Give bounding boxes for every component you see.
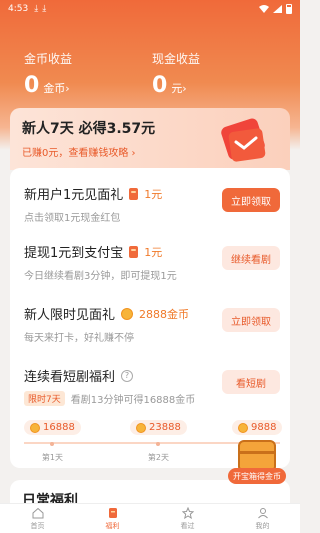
task-item: 新人限时见面礼 2888金币 每天来打卡，好礼赚不停 立即领取 [24, 304, 280, 344]
star-icon [181, 506, 194, 519]
welfare-icon [108, 507, 117, 518]
cash-earnings-value: 0 [152, 73, 168, 98]
task-item: 新用户1元见面礼 1元 点击领取1元现金红包 立即领取 [24, 184, 280, 224]
task-title: 新人限时见面礼 [24, 308, 116, 323]
tab-welfare[interactable]: 福利 [75, 504, 150, 533]
status-bar: 4:53 ⤓ ⤓ [0, 0, 300, 18]
gold-earnings-label: 金币收益 [24, 52, 73, 66]
coin-icon [121, 307, 134, 320]
milestone: 16888 第1天 [24, 420, 81, 463]
tab-mine[interactable]: 我的 [225, 504, 300, 533]
cash-earnings[interactable]: 现金收益 0 元› [152, 50, 200, 98]
task-reward: 1元 [144, 187, 163, 201]
treasure-chest-button[interactable]: 开宝箱得金币 [228, 440, 286, 486]
red-packet-icon [129, 245, 139, 258]
user-icon [257, 507, 268, 518]
cash-earnings-label: 现金收益 [152, 52, 201, 66]
tasks-card: 新用户1元见面礼 1元 点击领取1元现金红包 立即领取 提现1元到支付宝 1元 … [10, 168, 290, 468]
task-title: 新用户1元见面礼 [24, 188, 124, 203]
help-icon[interactable]: ? [121, 369, 134, 382]
milestone-reward: 16888 [24, 420, 81, 435]
milestone-coins: 16888 [43, 422, 75, 433]
wifi-icon [259, 5, 269, 13]
streak-desc: 看剧13分钟可得16888金币 [70, 395, 196, 406]
download-icon: ⤓ [34, 4, 39, 14]
tab-watched[interactable]: 看过 [150, 504, 225, 533]
download-icon: ⤓ [42, 4, 47, 14]
task-reward: 2888金币 [139, 307, 190, 321]
watch-drama-button[interactable]: 看短剧 [222, 370, 280, 394]
task-item: 提现1元到支付宝 1元 今日继续看剧3分钟，即可提现1元 继续看剧 [24, 242, 280, 282]
milestone-coins: 9888 [251, 422, 277, 433]
cash-earnings-unit: 元› [171, 82, 187, 95]
status-time: 4:53 [8, 4, 29, 14]
coin-icon [30, 422, 40, 433]
milestone: 23888 第2天 [130, 420, 187, 463]
task-title: 提现1元到支付宝 [24, 246, 124, 261]
continue-watching-button[interactable]: 继续看剧 [222, 246, 280, 270]
treasure-chest-icon [238, 440, 276, 470]
red-envelope-icon [221, 118, 266, 162]
streak-task: 连续看短剧福利 ? 限时7天 看剧13分钟可得16888金币 看短剧 [24, 366, 280, 406]
claim-button[interactable]: 立即领取 [222, 308, 280, 332]
bottom-tab-bar: 首页 福利 看过 我的 [0, 503, 300, 533]
red-packet-icon [129, 187, 139, 200]
gold-earnings-value: 0 [24, 73, 40, 98]
milestone-reward: 9888 [232, 420, 283, 435]
milestone-day: 第1天 [41, 453, 63, 462]
tab-label: 首页 [30, 521, 45, 530]
task-reward: 1元 [144, 245, 163, 259]
milestone-day: 第2天 [147, 453, 169, 462]
tab-label: 看过 [180, 521, 195, 530]
chest-label: 开宝箱得金币 [228, 468, 286, 484]
milestone-dot [50, 442, 55, 446]
signal-icon [273, 5, 282, 13]
milestone-reward: 23888 [130, 420, 187, 435]
coin-icon [136, 422, 146, 433]
streak-title: 连续看短剧福利 [24, 370, 116, 385]
coin-icon [238, 422, 248, 433]
tab-label: 我的 [255, 521, 270, 530]
limited-badge: 限时7天 [24, 391, 65, 406]
home-icon [32, 507, 43, 518]
tab-label: 福利 [105, 521, 120, 530]
gold-earnings[interactable]: 金币收益 0 金币› [24, 50, 72, 98]
milestone-dot [156, 442, 161, 446]
tab-home[interactable]: 首页 [0, 504, 75, 533]
milestone-coins: 23888 [149, 422, 181, 433]
battery-icon [286, 4, 292, 14]
gold-earnings-unit: 金币› [43, 82, 70, 95]
claim-button[interactable]: 立即领取 [222, 188, 280, 212]
newbie-banner[interactable]: 新人7天 必得3.57元 已赚0元，查看赚钱攻略 › [10, 108, 290, 170]
